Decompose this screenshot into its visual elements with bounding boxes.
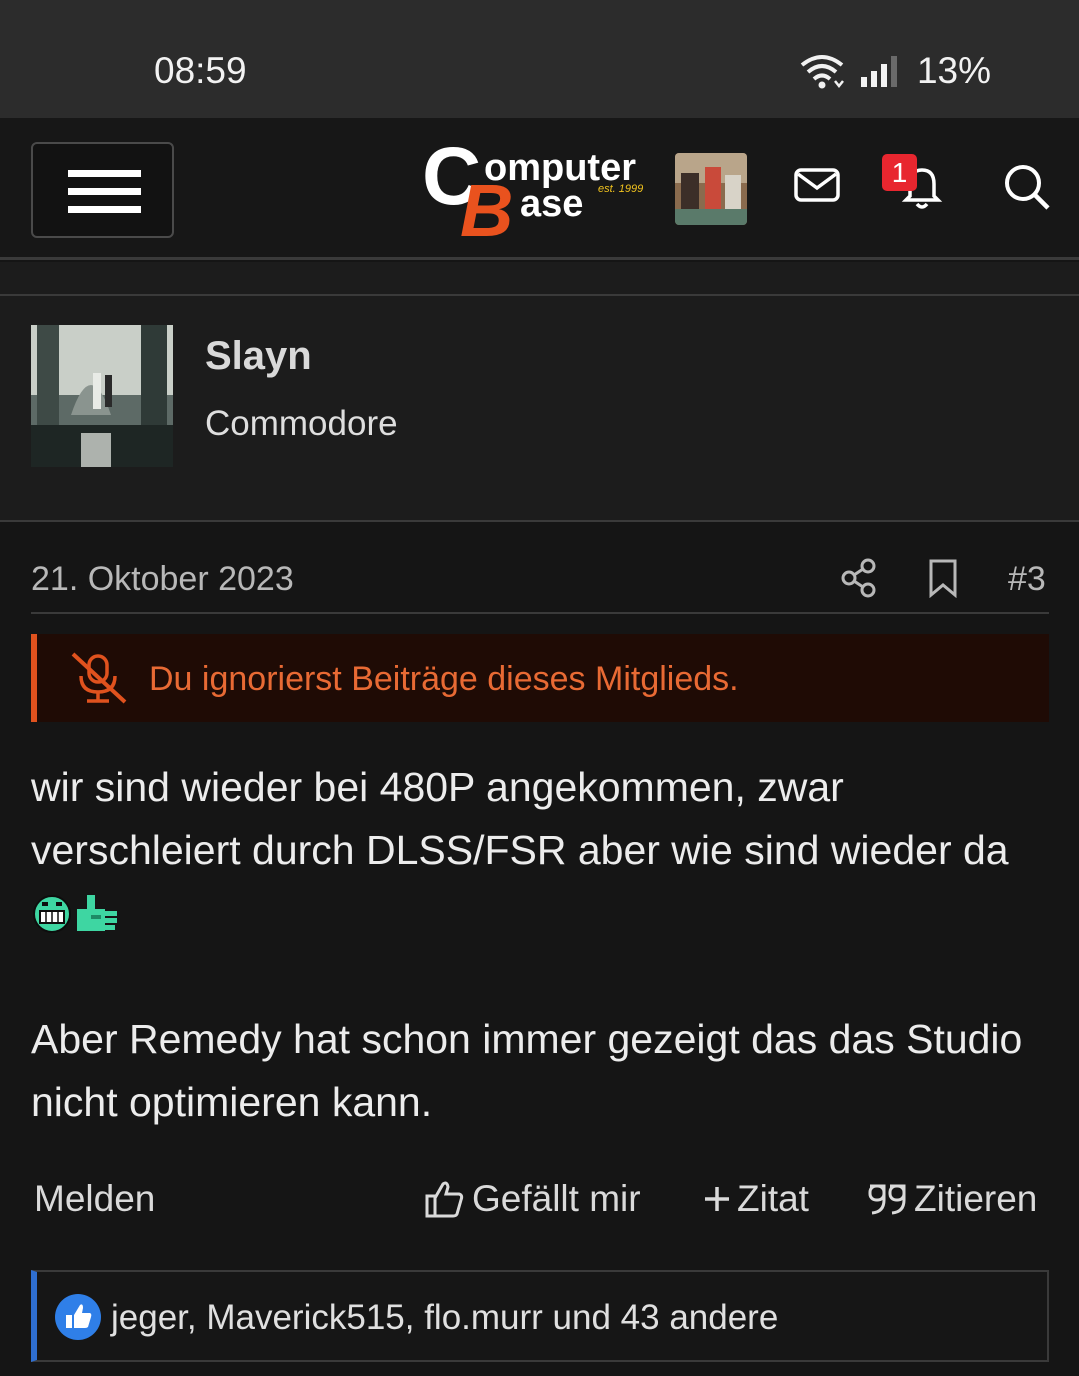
hamburger-icon [68,170,141,177]
post-date[interactable]: 21. Oktober 2023 [31,560,294,599]
account-avatar[interactable] [675,153,747,225]
divider [31,612,1049,614]
quote-label: Zitieren [914,1178,1038,1219]
thumbs-up-emoji-icon [77,895,117,931]
battery-percent: 13% [916,50,991,91]
like-button[interactable]: Gefällt mir [424,1178,641,1220]
status-bar: 08:59 13% [0,0,1079,118]
post-number[interactable]: #3 [1008,560,1046,599]
hamburger-icon-bar [68,206,141,213]
search-icon[interactable] [1002,162,1052,212]
status-time: 08:59 [154,50,247,91]
logo-sub: ase [520,183,583,225]
quote-button[interactable]: Zitieren [866,1178,1037,1220]
status-indicators: 13% [799,50,991,92]
post-paragraph-1: wir sind wieder bei 480P angekommen, zwa… [31,764,1009,873]
bookmark-icon[interactable] [928,558,958,598]
reactions-text[interactable]: jeger, Maverick515, flo.murr und 43 ande… [111,1298,778,1338]
mail-icon[interactable] [794,164,840,204]
reactions-bar[interactable]: jeger, Maverick515, flo.murr und 43 ande… [31,1270,1049,1362]
thumbs-up-icon [425,1181,464,1218]
post-paragraph-2: Aber Remedy hat schon immer gezeigt das … [31,1016,1023,1125]
ignored-notice-text: Du ignorierst Beiträge dieses Mitglieds. [149,660,739,698]
share-icon[interactable] [840,558,878,598]
report-label: Melden [34,1178,156,1219]
hamburger-icon-bar [68,188,141,195]
computerbase-logo[interactable]: C omputer B ase est. 1999 [422,136,662,246]
user-avatar[interactable] [31,325,173,467]
post-author: Slayn Commodore [0,296,1079,522]
site-header: C omputer B ase est. 1999 1 [0,118,1079,260]
notification-badge: 1 [882,154,917,191]
add-quote-button[interactable]: Zitat [703,1178,809,1220]
plus-icon [705,1187,729,1211]
post-content: wir sind wieder bei 480P angekommen, zwa… [31,756,1049,1134]
logo-est: est. 1999 [598,183,643,195]
wifi-icon [800,55,844,89]
ignored-notice: Du ignorierst Beiträge dieses Mitglieds. [31,634,1049,722]
username[interactable]: Slayn [205,334,312,379]
add-quote-label: Zitat [737,1178,809,1219]
menu-button[interactable] [31,142,174,238]
quote-icon [868,1184,906,1215]
grin-emoji-icon [33,895,71,933]
user-title: Commodore [205,404,398,443]
sub-navigation-bar [0,262,1079,296]
signal-icon [860,56,897,87]
report-button[interactable]: Melden [34,1178,155,1220]
svg-text:B: B [460,169,513,246]
like-label: Gefällt mir [472,1178,641,1219]
muted-user-icon [71,652,127,704]
like-reaction-icon [55,1294,101,1340]
